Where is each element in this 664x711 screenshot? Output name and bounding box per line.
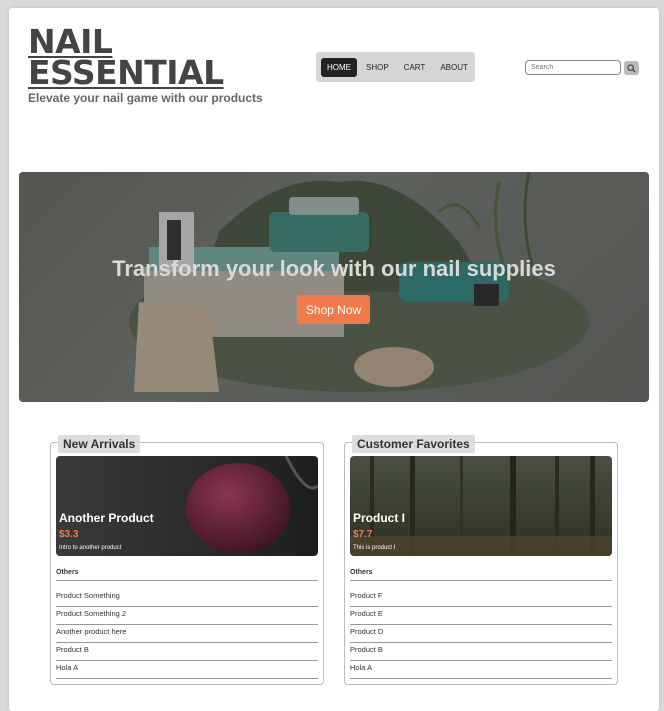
product-list: Product Something Product Something 2 An… [56,589,318,679]
panel-title: Customer Favorites [352,435,475,453]
product-name: Another Product [59,511,154,525]
main-nav: HOME SHOP CART ABOUT [316,52,475,82]
panel-title: New Arrivals [58,435,141,453]
product-description: This is product I [353,545,396,551]
hero-overlay [19,172,649,402]
others-label: Others [56,569,318,581]
search-input[interactable] [525,60,621,75]
list-item[interactable]: Product B [350,643,612,661]
shop-now-button[interactable]: Shop Now [297,295,370,324]
brand-tagline: Elevate your nail game with our products [28,91,263,105]
product-list: Product F Product E Product D Product B … [350,589,612,679]
product-price: $3.3 [59,529,79,540]
brand-line2: ESSENTIAL [28,53,224,92]
nav-home[interactable]: HOME [321,57,357,77]
product-description: Intro to another product [59,545,122,551]
product-name: Product I [353,511,406,525]
brand-logo[interactable]: NAIL ESSENTIAL [28,25,224,92]
list-item[interactable]: Product Something 2 [56,607,318,625]
list-item[interactable]: Hola A [56,661,318,679]
list-item[interactable]: Another product here [56,625,318,643]
nav-cart[interactable]: CART [398,58,432,77]
list-item[interactable]: Hola A [350,661,612,679]
search-button[interactable] [624,61,639,75]
product-image [56,456,318,556]
list-item[interactable]: Product B [56,643,318,661]
others-label: Others [350,569,612,581]
page: NAIL ESSENTIAL Elevate your nail game wi… [9,8,659,711]
featured-product-card[interactable]: Another Product $3.3 Intro to another pr… [56,456,318,556]
featured-product-card[interactable]: Product I $7.7 This is product I [350,456,612,556]
hero-headline: Transform your look with our nail suppli… [112,256,556,281]
product-image [350,456,612,556]
panel-customer-favorites: Customer Favorites Product I $7.7 This i… [344,435,618,685]
panel-new-arrivals: New Arrivals Another Product $3.3 Intro … [50,435,324,685]
nav-shop[interactable]: SHOP [360,58,395,77]
list-item[interactable]: Product D [350,625,612,643]
list-item[interactable]: Product F [350,589,612,607]
hero-banner: Transform your look with our nail suppli… [19,172,649,402]
list-item[interactable]: Product E [350,607,612,625]
nav-about[interactable]: ABOUT [434,58,474,77]
product-price: $7.7 [353,529,373,540]
search-icon [627,63,636,73]
list-item[interactable]: Product Something [56,589,318,607]
